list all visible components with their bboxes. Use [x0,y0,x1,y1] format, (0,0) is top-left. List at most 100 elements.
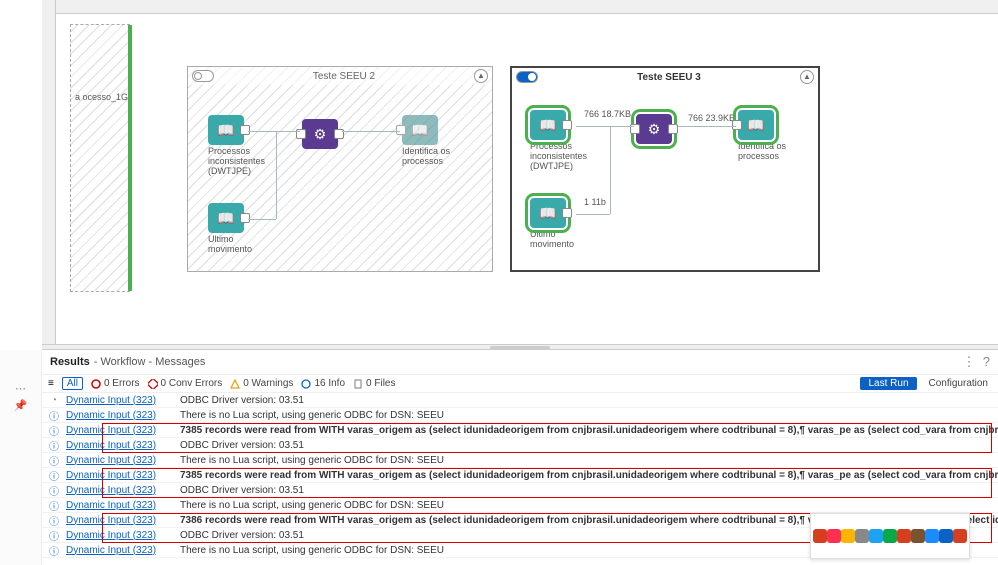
result-row: ⓘ Dynamic Input (323) 7385 records were re… [42,423,998,438]
results-subtitle: - Workflow - Messages [94,356,206,368]
message-text: 7385 records were read from WITH varas_o… [180,470,998,481]
results-title: Results [50,356,90,368]
tool-label: Identifica os processos [402,147,462,167]
result-row: ⓘ Dynamic Input (323) ODBC Driver version:… [42,483,998,498]
tool-ultimo[interactable]: 📖 Ultimo movimento [530,198,590,250]
partial-label: a ocesso_1G [75,93,128,103]
ruler-vertical [42,0,56,350]
tool-gear[interactable]: ⚙ [302,119,338,149]
message-text: ODBC Driver version: 03.51 [180,440,998,451]
tool-link[interactable]: Dynamic Input (323) [66,545,172,556]
message-text: There is no Lua script, using generic OD… [180,410,998,421]
tool-link[interactable]: Dynamic Input (323) [66,515,172,526]
info-icon: ⓘ [48,469,60,481]
tool-meta: 766 18.7KB [584,110,631,120]
filter-errors[interactable]: 0 Errors [91,378,140,389]
info-icon: ⓘ [48,439,60,451]
message-text: 7385 records were read from WITH varas_o… [180,425,998,436]
tray-app-icon[interactable] [841,529,855,543]
container-toggle[interactable] [192,70,214,82]
container-header: Teste SEEU 3 ▲ [512,68,818,86]
tool-link[interactable]: Dynamic Input (323) [66,425,172,436]
tool-link[interactable]: Dynamic Input (323) [66,395,172,406]
collapse-icon[interactable]: ▲ [474,69,488,83]
dots-icon: ⋯ [0,382,41,395]
book-icon: 📖 [208,115,244,145]
message-text: ODBC Driver version: 03.51 [180,485,998,496]
tool-processos[interactable]: 📖 Processos inconsistentes (DWTJPE) [208,115,268,177]
tool-link[interactable]: Dynamic Input (323) [66,485,172,496]
info-icon: ⓘ [48,484,60,496]
result-row: ⓘ Dynamic Input (323) 7385 records were re… [42,468,998,483]
tool-link[interactable]: Dynamic Input (323) [66,455,172,466]
container-teste-seeu-2[interactable]: Teste SEEU 2 ▲ 📖 Processos inconsistente… [187,66,493,272]
tool-label: Ultimo movimento [208,235,268,255]
connection [610,126,611,214]
container-teste-seeu-3[interactable]: Teste SEEU 3 ▲ 📖 Processos inconsistente… [510,66,820,272]
container-title: Teste SEEU 2 [214,71,474,82]
result-row: ◔ Dynamic Input (323) ODBC Driver version:… [42,393,998,408]
info-icon: ⓘ [48,424,60,436]
tool-link[interactable]: Dynamic Input (323) [66,470,172,481]
tool-link[interactable]: Dynamic Input (323) [66,410,172,421]
tray-app-icon[interactable] [883,529,897,543]
book-icon: 📖 [530,198,566,228]
gear-icon: ⚙ [636,114,672,144]
result-row: ⓘDynamic Input (323)There is no Lua scri… [42,453,998,468]
tool-meta: 1 11b [584,198,606,208]
tool-link[interactable]: Dynamic Input (323) [66,440,172,451]
result-row: ⓘDynamic Input (323)There is no Lua scri… [42,498,998,513]
tray-app-icon[interactable] [813,529,827,543]
workflow-canvas[interactable]: a ocesso_1G Teste SEEU 2 ▲ 📖 Processos i… [42,0,998,350]
container-title: Teste SEEU 3 [538,72,800,83]
book-icon: 📖 [738,110,774,140]
tray-app-icon[interactable] [869,529,883,543]
tool-link[interactable]: Dynamic Input (323) [66,530,172,541]
message-text: ODBC Driver version: 03.51 [180,395,998,406]
menu-icon[interactable]: ≡ [48,378,54,389]
configuration-tab[interactable]: Configuration [925,377,992,390]
container-partial[interactable]: a ocesso_1G [70,24,130,292]
connection [576,126,634,127]
tray-app-icon[interactable] [897,529,911,543]
clock-icon: ◔ [48,394,60,406]
filter-all[interactable]: All [62,377,83,390]
filter-warnings[interactable]: 0 Warnings [230,378,293,389]
info-icon: ⓘ [48,529,60,541]
tool-identifica[interactable]: 📖 Identifica os processos [402,115,462,167]
info-icon: ⓘ [48,454,60,466]
tray-app-icon[interactable] [855,529,869,543]
result-row: ⓘDynamic Input (323)There is no Lua scri… [42,408,998,423]
tray-app-icon[interactable] [911,529,925,543]
pin-icon[interactable]: 📌 [0,399,41,412]
connection [248,131,300,132]
tray-app-icon[interactable] [925,529,939,543]
container-header: Teste SEEU 2 ▲ [188,67,492,85]
tool-identifica[interactable]: 📖 Identifica os processos [738,110,798,162]
tool-label: Processos inconsistentes (DWTJPE) [208,147,268,177]
filter-conv-errors[interactable]: 0 Conv Errors [148,378,223,389]
book-icon: 📖 [208,203,244,233]
last-run-button[interactable]: Last Run [860,377,916,390]
tool-ultimo[interactable]: 📖 Ultimo movimento [208,203,268,255]
result-row: ⓘ Dynamic Input (323) ODBC Driver version:… [42,438,998,453]
tool-processos[interactable]: 📖 Processos inconsistentes (DWTJPE) [530,110,590,172]
tray-app-icon[interactable] [953,529,967,543]
tool-meta: 766 23.9KB [688,114,735,124]
container-toggle[interactable] [516,71,538,83]
tray-app-icon[interactable] [827,529,841,543]
info-icon: ⓘ [48,499,60,511]
results-actions[interactable]: ⋮ ? [963,354,990,370]
results-header: Results - Workflow - Messages ⋮ ? [42,350,998,375]
tool-link[interactable]: Dynamic Input (323) [66,500,172,511]
tool-gear[interactable]: ⚙ [636,114,672,144]
app-tray[interactable] [810,513,970,559]
filter-info[interactable]: 16 Info [301,378,345,389]
tray-app-icon[interactable] [939,529,953,543]
info-icon: ⓘ [48,544,60,556]
connection [342,131,400,132]
collapse-icon[interactable]: ▲ [800,70,814,84]
book-icon: 📖 [402,115,438,145]
filter-files[interactable]: 0 Files [353,378,395,389]
tool-label: Processos inconsistentes (DWTJPE) [530,142,590,172]
